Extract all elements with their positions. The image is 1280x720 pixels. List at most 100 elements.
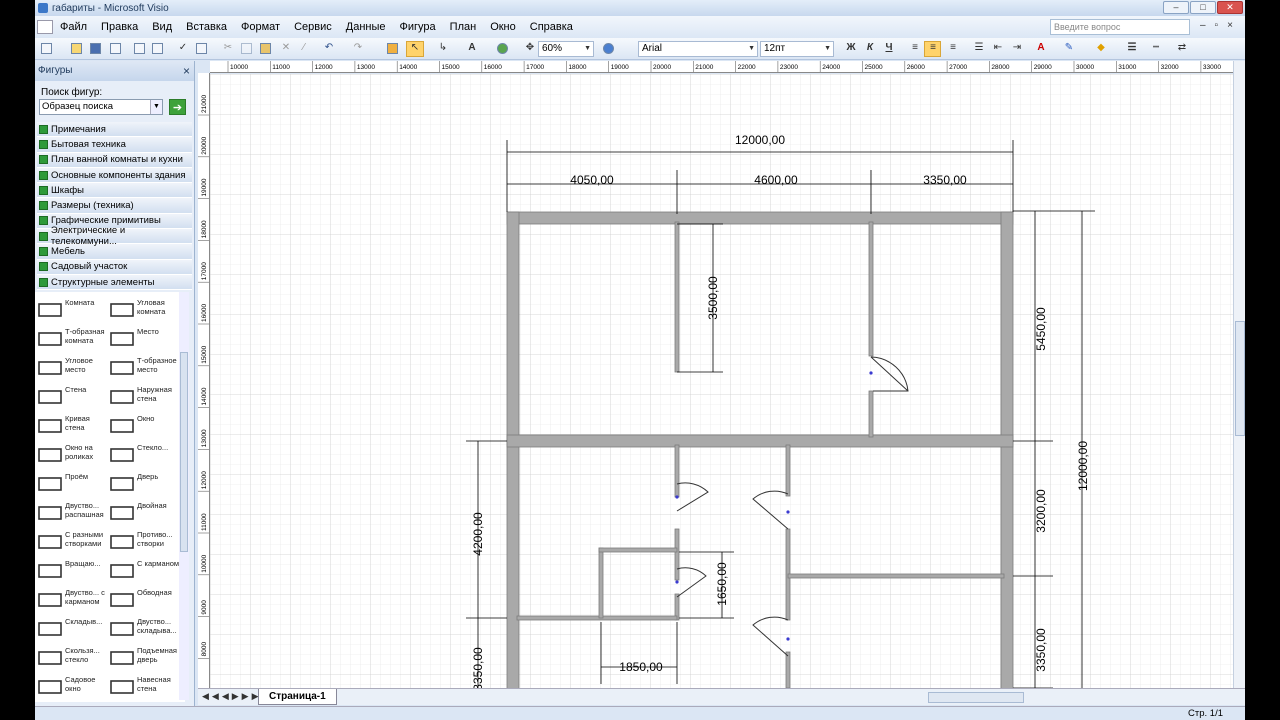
underline-button[interactable]: Ч	[883, 42, 895, 54]
menu-shape[interactable]: Фигура	[393, 21, 443, 33]
save-icon[interactable]	[90, 43, 101, 54]
menu-edit[interactable]: Правка	[94, 21, 145, 33]
permission-icon[interactable]	[110, 43, 121, 54]
help-icon[interactable]	[603, 43, 614, 54]
wall-closet-left[interactable]	[598, 547, 604, 619]
text-tool-icon[interactable]: A	[466, 42, 478, 54]
stencil-item[interactable]: Бытовая техника	[37, 137, 192, 153]
menu-file[interactable]: Файл	[53, 21, 94, 33]
search-shapes-input[interactable]: Образец поиска ▼	[39, 99, 163, 115]
bullets-icon[interactable]: ☰	[973, 42, 985, 54]
stencil-item[interactable]: Размеры (техника)	[37, 198, 192, 214]
cut-icon[interactable]: ✂	[222, 42, 234, 54]
font-size-select[interactable]: 12пт ▼	[760, 41, 834, 57]
shape-master[interactable]: Складыв...	[37, 615, 109, 643]
zoom-select[interactable]: 60% ▼	[538, 41, 594, 57]
menu-insert[interactable]: Вставка	[179, 21, 234, 33]
wall-lower-right[interactable]	[787, 573, 1005, 579]
doc-window-buttons[interactable]: –▫×	[1200, 20, 1242, 31]
outdent-icon[interactable]: ⇤	[992, 42, 1004, 54]
scrollbar-thumb[interactable]	[180, 352, 188, 552]
line-color-icon[interactable]: ✎	[1063, 42, 1075, 54]
shape-master[interactable]: Двуство... складыва...	[109, 615, 181, 643]
line-weight-icon[interactable]: ☰	[1126, 42, 1138, 54]
shape-master[interactable]: Комната	[37, 296, 109, 324]
stencil-item[interactable]: Основные компоненты здания	[37, 167, 192, 184]
menu-tools[interactable]: Сервис	[287, 21, 339, 33]
menu-format[interactable]: Формат	[234, 21, 287, 33]
stencil-item[interactable]: Садовый участок	[37, 259, 192, 275]
shape-master[interactable]: Проём	[37, 470, 109, 498]
floor-plan-drawing[interactable]: 12000,00 4050,00 4600,00 3350,00 3500,00…	[210, 74, 1233, 688]
wall-partition-lower[interactable]	[674, 444, 680, 498]
italic-button[interactable]: К	[864, 42, 876, 54]
shape-master[interactable]: Место	[109, 325, 181, 353]
chevron-down-icon[interactable]: ▼	[150, 100, 162, 114]
drawing-page[interactable]: 12000,00 4050,00 4600,00 3350,00 3500,00…	[210, 74, 1233, 688]
shape-master[interactable]: Наружная стена	[109, 383, 181, 411]
tab-page-1[interactable]: Страница-1	[258, 689, 337, 705]
shape-master[interactable]: Дверь	[109, 470, 181, 498]
wall-top[interactable]	[506, 211, 1014, 225]
new-icon[interactable]	[41, 43, 52, 54]
wall-middle[interactable]	[506, 434, 1014, 448]
shape-master[interactable]: Подъемная дверь	[109, 644, 181, 672]
pan-icon[interactable]: ✥	[524, 42, 536, 54]
connection-point-icon[interactable]	[497, 43, 508, 54]
copy-icon[interactable]	[241, 43, 252, 54]
align-left-icon[interactable]: ≡	[909, 42, 921, 54]
page-nav-buttons[interactable]: ◀◀◀▶▶▶	[202, 691, 262, 702]
shape-master[interactable]: Окно	[109, 412, 181, 440]
shape-master[interactable]: Скользя... стекло	[37, 644, 109, 672]
shape-master[interactable]: Противо... створки	[109, 528, 181, 556]
line-pattern-icon[interactable]: ┅	[1150, 42, 1162, 54]
shape-master[interactable]: Кривая стена	[37, 412, 109, 440]
shape-master[interactable]: С разными створками	[37, 528, 109, 556]
align-right-icon[interactable]: ≡	[947, 42, 959, 54]
stencil-item[interactable]: Шкафы	[37, 183, 192, 199]
shape-master[interactable]: Т-образное место	[109, 354, 181, 382]
shape-master[interactable]: Обводная	[109, 586, 181, 614]
shape-master[interactable]: Двуство... с карманом	[37, 586, 109, 614]
format-painter-icon[interactable]: ⁄	[298, 42, 310, 54]
shape-master[interactable]: Окно на роликах	[37, 441, 109, 469]
stencil-item[interactable]: Электрические и телекоммуни...	[37, 225, 192, 247]
redo-icon[interactable]: ↷	[352, 42, 364, 54]
menu-data[interactable]: Данные	[339, 21, 393, 33]
line-ends-icon[interactable]: ⇄	[1176, 42, 1188, 54]
shape-master[interactable]: Садовое окно	[37, 673, 109, 701]
wall-corridor-right[interactable]	[785, 444, 791, 497]
ask-question-input[interactable]: Введите вопрос	[1050, 19, 1190, 35]
vertical-scrollbar[interactable]	[1233, 61, 1245, 688]
font-select[interactable]: Arial ▼	[638, 41, 758, 57]
open-icon[interactable]	[71, 43, 82, 54]
menu-plan[interactable]: План	[443, 21, 484, 33]
stencil-item[interactable]: Структурные элементы	[37, 274, 192, 291]
scrollbar-thumb[interactable]	[1235, 321, 1245, 436]
close-icon[interactable]: ×	[183, 61, 190, 81]
shape-master[interactable]: Угловое место	[37, 354, 109, 382]
wall-lower-left[interactable]	[516, 615, 678, 621]
horizontal-scrollbar-thumb[interactable]	[928, 692, 1024, 703]
print-icon[interactable]	[134, 43, 145, 54]
wall-closet-top[interactable]	[598, 547, 678, 553]
shape-master[interactable]: С карманом	[109, 557, 181, 585]
wall-partition-upper-right-2[interactable]	[868, 390, 874, 438]
menu-view[interactable]: Вид	[145, 21, 179, 33]
wall-partition-upper-right[interactable]	[868, 221, 874, 357]
font-color-icon[interactable]: A	[1035, 42, 1047, 54]
close-window-button[interactable]: ✕	[1217, 1, 1243, 14]
wall-partition-upper[interactable]	[674, 221, 680, 373]
minimize-button[interactable]: –	[1163, 1, 1189, 14]
menu-help[interactable]: Справка	[523, 21, 580, 33]
shape-master[interactable]: Стекло...	[109, 441, 181, 469]
stencil-item[interactable]: Примечания	[37, 122, 192, 138]
paste-icon[interactable]	[260, 43, 271, 54]
wall-partition-lower-2[interactable]	[674, 528, 680, 581]
stencil-item[interactable]: План ванной комнаты и кухни	[37, 152, 192, 168]
bold-button[interactable]: Ж	[845, 42, 857, 54]
wall-corridor-right-3[interactable]	[785, 651, 791, 688]
menu-window[interactable]: Окно	[483, 21, 523, 33]
print-preview-icon[interactable]	[152, 43, 163, 54]
research-icon[interactable]	[196, 43, 207, 54]
